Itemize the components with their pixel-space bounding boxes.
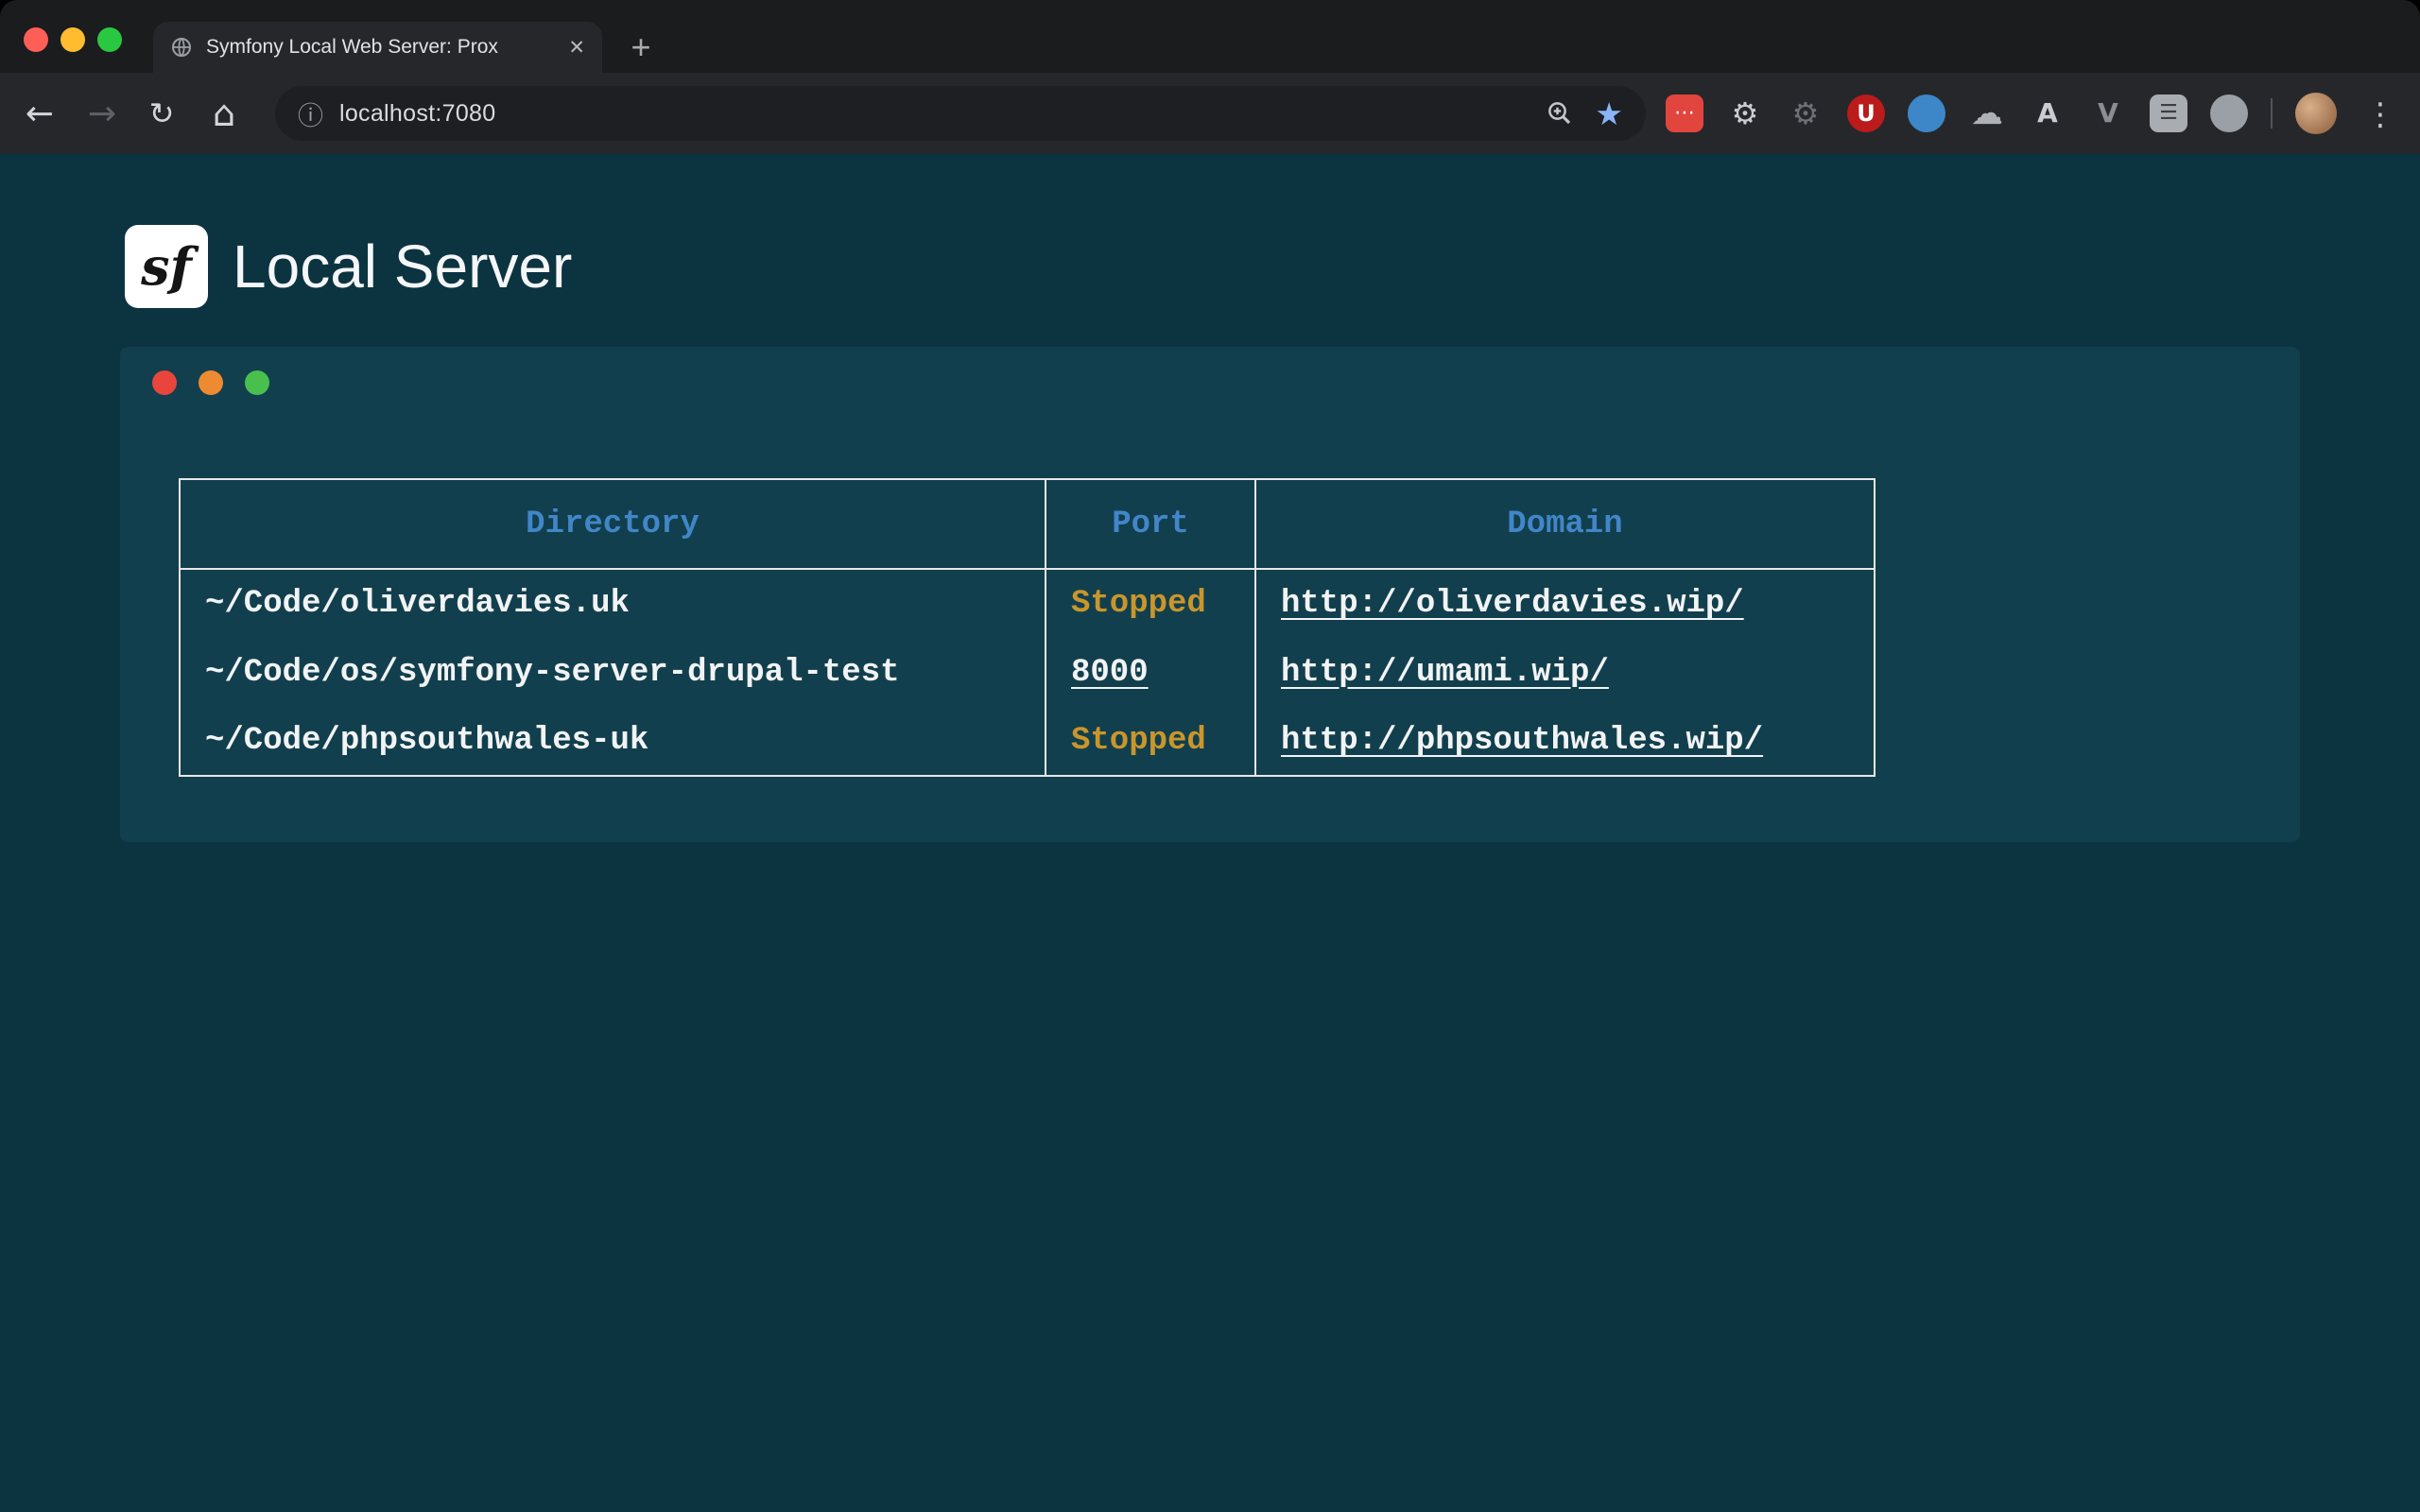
extension-github-icon[interactable] [2210,94,2248,132]
traffic-lights [24,27,122,52]
reload-button[interactable]: ↻ [135,73,188,154]
table-row: ~/Code/oliverdavies.uk Stopped http://ol… [180,569,1875,638]
directory-cell: ~/Code/oliverdavies.uk [180,569,1046,638]
servers-table: Directory Port Domain ~/Code/oliverdavie… [179,478,1876,777]
back-button[interactable]: ← [13,73,66,154]
extension-red-dots-icon[interactable]: ⋯ [1666,94,1703,132]
new-tab-button[interactable]: + [620,22,662,73]
globe-favicon-icon [170,36,193,59]
extension-ublock-icon[interactable]: U [1847,94,1885,132]
browser-window: Symfony Local Web Server: Prox ✕ + ← → ↻… [0,0,2420,1512]
extension-cloud-icon[interactable]: ☁ [1968,94,2006,132]
port-status: Stopped [1071,723,1206,759]
forward-button[interactable]: → [76,73,129,154]
server-panel: Directory Port Domain ~/Code/oliverdavie… [120,347,2300,842]
header-port: Port [1046,479,1255,569]
extension-letter-a-icon[interactable]: A [2029,94,2066,132]
extension-gear-icon[interactable]: ⚙ [1726,94,1764,132]
port-cell: 8000 [1046,638,1255,707]
profile-avatar[interactable] [2295,93,2337,134]
domain-cell: http://oliverdavies.wip/ [1255,569,1875,638]
browser-menu-icon[interactable]: ⋮ [2360,73,2401,154]
tab-strip: Symfony Local Web Server: Prox ✕ + [0,0,2420,73]
header-directory: Directory [180,479,1046,569]
extension-tile-icon[interactable]: ☰ [2150,94,2187,132]
browser-toolbar: ← → ↻ ⌂ ⓘ localhost:7080 ★ ⋯ ⚙ ⚙ U [0,73,2420,154]
toolbar-separator [2271,98,2273,129]
panel-green-dot [245,370,269,395]
panel-red-dot [152,370,177,395]
table-header-row: Directory Port Domain [180,479,1875,569]
domain-link[interactable]: http://oliverdavies.wip/ [1281,586,1744,622]
extension-blue-circle-icon[interactable] [1908,94,1945,132]
branding: sf Local Server [125,225,572,308]
tab-title: Symfony Local Web Server: Prox [206,36,559,59]
url-text: localhost:7080 [339,100,495,128]
panel-window-dots [152,370,269,395]
home-button[interactable]: ⌂ [198,73,251,154]
port-link[interactable]: 8000 [1071,655,1149,691]
domain-link[interactable]: http://phpsouthwales.wip/ [1281,723,1763,759]
header-domain: Domain [1255,479,1875,569]
zoom-icon[interactable] [1546,99,1574,128]
page-title: Local Server [233,232,572,301]
extension-vimium-icon[interactable]: V [2089,94,2127,132]
browser-tab[interactable]: Symfony Local Web Server: Prox ✕ [153,22,602,73]
port-status: Stopped [1071,586,1206,622]
page-content: sf Local Server Directory Port Domain [0,154,2420,1512]
directory-cell: ~/Code/os/symfony-server-drupal-test [180,638,1046,707]
table-row: ~/Code/phpsouthwales-uk Stopped http://p… [180,707,1875,776]
port-cell: Stopped [1046,707,1255,776]
address-bar[interactable]: ⓘ localhost:7080 ★ [275,86,1646,141]
domain-link[interactable]: http://umami.wip/ [1281,655,1609,691]
domain-cell: http://phpsouthwales.wip/ [1255,707,1875,776]
port-cell: Stopped [1046,569,1255,638]
table-row: ~/Code/os/symfony-server-drupal-test 800… [180,638,1875,707]
page-info-icon[interactable]: ⓘ [298,95,323,132]
panel-orange-dot [199,370,223,395]
bookmark-star-icon[interactable]: ★ [1595,98,1623,129]
zoom-window-button[interactable] [97,27,122,52]
symfony-logo: sf [125,225,208,308]
extensions-bar: ⋯ ⚙ ⚙ U ☁ A V ☰ [1666,73,2248,154]
extension-gear-dark-icon[interactable]: ⚙ [1787,94,1824,132]
tab-close-icon[interactable]: ✕ [568,36,585,60]
close-window-button[interactable] [24,27,48,52]
directory-cell: ~/Code/phpsouthwales-uk [180,707,1046,776]
minimize-window-button[interactable] [60,27,85,52]
domain-cell: http://umami.wip/ [1255,638,1875,707]
